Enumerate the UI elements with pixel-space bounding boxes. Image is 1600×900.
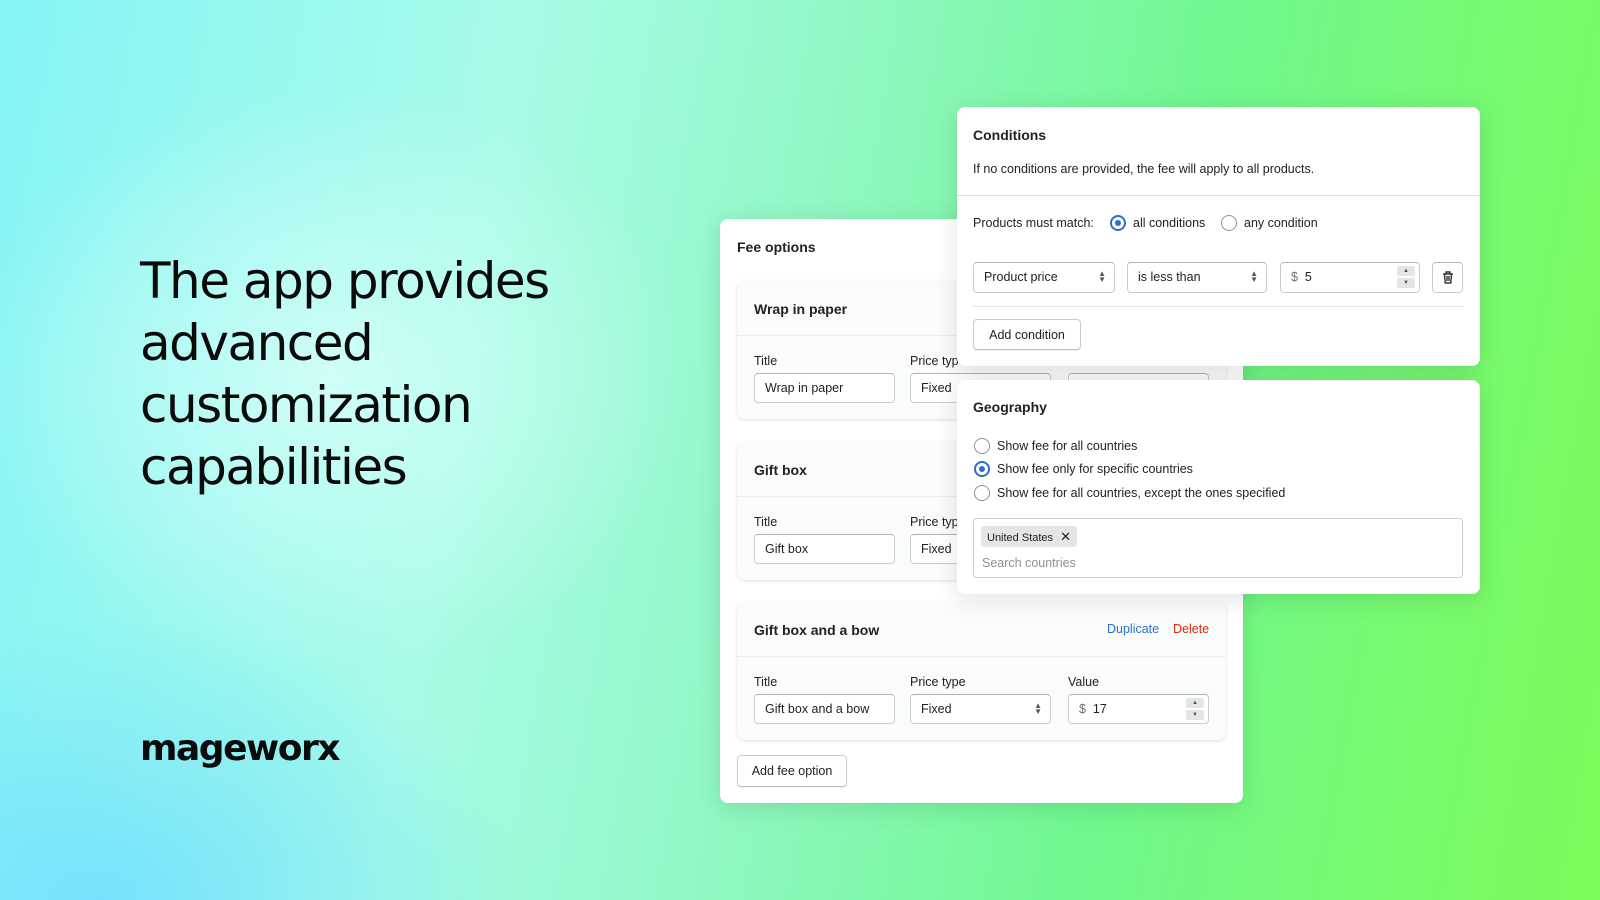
chip-label: United States <box>987 532 1054 544</box>
match-label: Products must match: <box>973 216 1094 230</box>
title-label: Title <box>754 354 778 368</box>
fee-options-title: Fee options <box>737 239 816 255</box>
radio-specific-countries[interactable] <box>974 461 990 477</box>
headline-line: advanced <box>140 314 374 372</box>
headline-line: customization <box>140 376 473 434</box>
fee-option-name: Gift box and a bow <box>754 622 880 638</box>
all-conditions-label: all conditions <box>1133 216 1206 230</box>
trash-icon <box>1442 271 1453 284</box>
condition-value-input[interactable]: $ 5 ▲ ▼ <box>1280 262 1420 293</box>
all-countries-label: Show fee for all countries <box>997 439 1138 453</box>
remove-chip-icon[interactable]: ✕ <box>1060 529 1071 544</box>
add-condition-button[interactable]: Add condition <box>973 319 1081 350</box>
country-multiselect[interactable]: United States ✕ Search countries <box>973 518 1463 578</box>
price-type-select[interactable]: Fixed ▲ ▼ <box>910 694 1051 724</box>
radio-except-countries[interactable] <box>974 485 990 501</box>
price-type-label: Price type <box>910 675 966 689</box>
value-label: Value <box>1068 675 1100 689</box>
select-arrows-icon: ▲ ▼ <box>1098 269 1106 284</box>
add-fee-option-button[interactable]: Add fee option <box>737 755 847 787</box>
condition-field-select[interactable]: Product price ▲ ▼ <box>973 262 1115 293</box>
search-countries-input[interactable]: Search countries <box>982 556 1076 570</box>
title-input[interactable]: Gift box and a bow <box>754 694 895 724</box>
select-value: Fixed <box>921 702 952 716</box>
headline-line: capabilities <box>140 438 408 496</box>
currency-prefix: $ <box>1079 702 1086 716</box>
delete-link[interactable]: Delete <box>1173 622 1209 636</box>
select-arrows-icon: ▲ ▼ <box>1034 701 1042 716</box>
select-value: Product price <box>984 270 1058 284</box>
radio-all-countries[interactable] <box>974 438 990 454</box>
stepper[interactable]: ▲ ▼ <box>1397 266 1415 288</box>
title-label: Title <box>754 675 778 689</box>
conditions-description: If no conditions are provided, the fee w… <box>973 162 1315 176</box>
value-input[interactable]: $ 17 ▲ ▼ <box>1068 694 1209 724</box>
mageworx-logo: mageworx <box>140 728 340 769</box>
conditions-card: Conditions If no conditions are provided… <box>957 107 1480 366</box>
stepper[interactable]: ▲ ▼ <box>1186 698 1204 720</box>
except-countries-label: Show fee for all countries, except the o… <box>997 486 1286 500</box>
title-input[interactable]: Wrap in paper <box>754 373 895 403</box>
fee-option-name: Gift box <box>754 462 807 478</box>
duplicate-link[interactable]: Duplicate <box>1107 622 1159 636</box>
headline-line: The app provides <box>140 252 550 310</box>
radio-all-conditions[interactable] <box>1110 215 1126 231</box>
fee-option-name: Wrap in paper <box>754 301 848 317</box>
condition-operator-select[interactable]: is less than ▲ ▼ <box>1127 262 1267 293</box>
delete-condition-button[interactable] <box>1432 262 1463 293</box>
value-text: 5 <box>1304 270 1312 284</box>
select-arrows-icon: ▲ ▼ <box>1250 269 1258 284</box>
title-input[interactable]: Gift box <box>754 534 895 564</box>
specific-countries-label: Show fee only for specific countries <box>997 462 1193 476</box>
geography-card: Geography Show fee for all countries Sho… <box>957 380 1480 594</box>
headline: The app provides advanced customization … <box>140 250 550 498</box>
country-chip: United States ✕ <box>981 526 1078 547</box>
select-value: is less than <box>1138 270 1201 284</box>
value-text: 17 <box>1092 702 1107 716</box>
title-label: Title <box>754 515 778 529</box>
any-condition-label: any condition <box>1244 216 1318 230</box>
geography-title: Geography <box>973 399 1047 415</box>
currency-prefix: $ <box>1291 270 1298 284</box>
conditions-title: Conditions <box>973 127 1047 143</box>
radio-any-condition[interactable] <box>1221 215 1237 231</box>
fee-option-gift-box-bow: Gift box and a bow Duplicate Delete Titl… <box>737 602 1226 740</box>
